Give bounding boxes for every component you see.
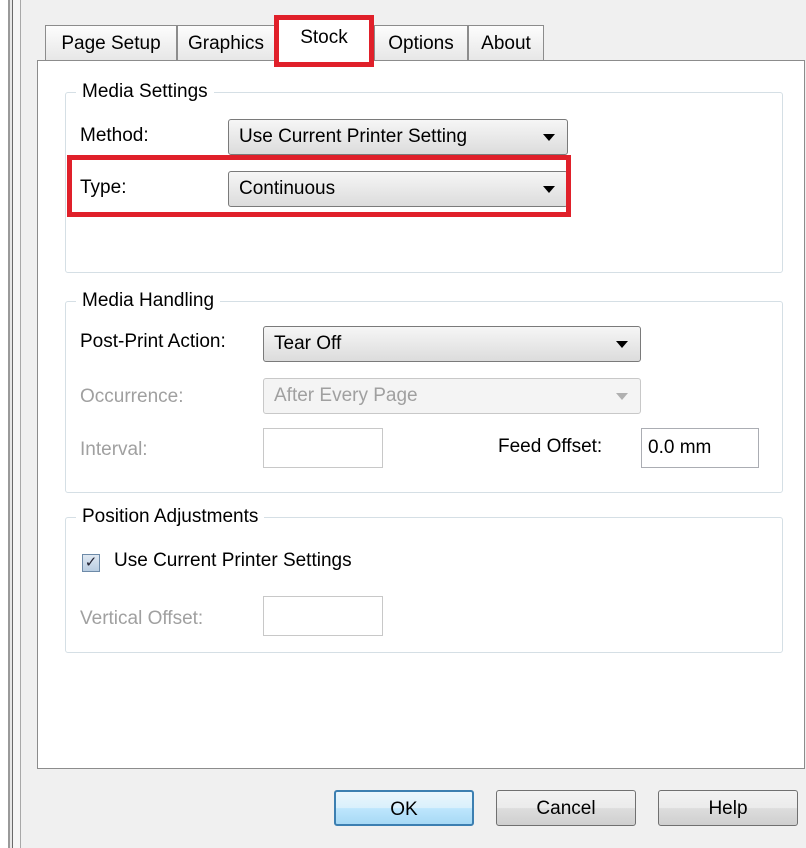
vertical-offset-label: Vertical Offset: [80,608,204,629]
method-value: Use Current Printer Setting [239,126,468,147]
post-print-action-dropdown[interactable]: Tear Off [263,326,641,362]
ok-button-label: OK [390,799,418,820]
interval-field[interactable] [263,428,383,468]
group-title: Position Adjustments [76,506,265,528]
tab-label: Page Setup [61,33,161,54]
tab-label: Graphics [187,33,265,54]
chevron-down-icon [616,341,628,348]
chevron-down-icon [543,186,555,193]
post-print-action-label: Post-Print Action: [80,331,226,352]
media-handling-group: Media Handling Post-Print Action: Tear O… [65,290,783,493]
occurrence-dropdown[interactable]: After Every Page [263,378,641,414]
occurrence-value: After Every Page [274,385,418,406]
help-button[interactable]: Help [658,790,798,826]
feed-offset-label: Feed Offset: [498,436,603,457]
tab-about[interactable]: About [468,25,544,61]
chevron-down-icon [616,393,628,400]
type-label: Type: [80,177,127,198]
tab-label: Options [388,33,454,54]
method-label: Method: [80,125,149,146]
group-title: Media Handling [76,290,221,312]
tab-label: Stock [300,27,348,48]
post-print-action-value: Tear Off [274,333,342,354]
type-dropdown[interactable]: Continuous [228,171,568,207]
vertical-offset-field[interactable] [263,596,383,636]
cancel-button[interactable]: Cancel [496,790,636,826]
cancel-button-label: Cancel [536,798,596,819]
tab-page-setup[interactable]: Page Setup [45,25,177,61]
tab-graphics[interactable]: Graphics [177,25,275,61]
feed-offset-value: 0.0 mm [648,437,712,458]
media-settings-group: Media Settings Method: Use Current Print… [65,81,783,273]
ok-button[interactable]: OK [334,790,474,826]
use-current-printer-settings-label[interactable]: Use Current Printer Settings [114,550,352,572]
use-current-printer-settings-checkbox[interactable]: ✓ [82,554,100,572]
tab-options[interactable]: Options [374,25,468,61]
position-adjustments-group: Position Adjustments ✓ Use Current Print… [65,506,783,653]
interval-label: Interval: [80,439,148,460]
tab-stock[interactable]: Stock [279,17,369,63]
feed-offset-field[interactable]: 0.0 mm [641,428,759,468]
occurrence-label: Occurrence: [80,386,184,407]
chevron-down-icon [543,134,555,141]
type-value: Continuous [239,178,336,199]
group-title: Media Settings [76,81,214,103]
tab-label: About [481,33,531,54]
checkmark-icon: ✓ [84,554,98,571]
method-dropdown[interactable]: Use Current Printer Setting [228,119,568,155]
window-edge-strip [0,0,26,848]
stock-tab-panel: Media Settings Method: Use Current Print… [37,60,805,769]
help-button-label: Help [708,798,748,819]
